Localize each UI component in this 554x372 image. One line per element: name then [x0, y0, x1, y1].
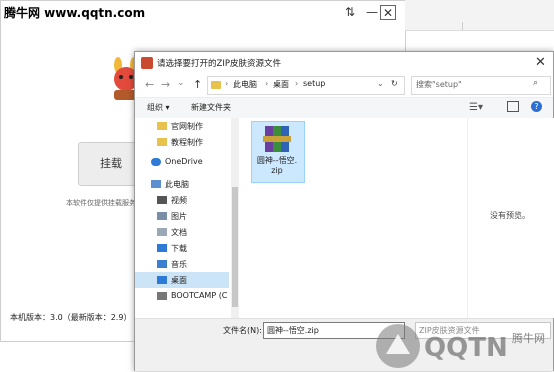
- document-icon: [157, 228, 167, 236]
- app-icon: [141, 57, 153, 69]
- no-preview-text: 没有预览。: [490, 211, 530, 220]
- forward-button[interactable]: →: [161, 78, 170, 91]
- breadcrumb-desktop[interactable]: 桌面: [273, 79, 289, 90]
- rar-archive-icon: [263, 126, 291, 152]
- refresh-button[interactable]: ↻: [391, 79, 398, 88]
- new-folder-button[interactable]: 新建文件夹: [191, 102, 231, 113]
- filename-value: 圆神--悟空.zip: [267, 326, 319, 335]
- right-app-strip: [405, 0, 554, 31]
- breadcrumb-separator: ›: [295, 79, 299, 88]
- brand-overlay-logo: QQTN 腾牛网: [376, 324, 545, 368]
- breadcrumb-separator: ›: [265, 79, 269, 88]
- nav-item-label: 图片: [171, 212, 187, 221]
- search-placeholder: 搜索"setup": [416, 80, 462, 89]
- dialog-close-button[interactable]: ✕: [535, 55, 546, 70]
- search-icon: ⌕: [533, 78, 539, 88]
- nav-item-desktop[interactable]: 桌面: [135, 272, 229, 288]
- nav-item-label: OneDrive: [165, 157, 203, 166]
- bg-minimize-button[interactable]: —: [364, 5, 380, 19]
- nav-item-this-pc[interactable]: 此电脑: [135, 176, 229, 192]
- music-icon: [157, 260, 167, 268]
- folder-icon: [157, 122, 167, 130]
- right-app-divider: [462, 22, 463, 30]
- nav-item-music[interactable]: 音乐: [135, 256, 229, 272]
- nav-item-label: 下载: [171, 244, 187, 253]
- nav-scrollbar-thumb[interactable]: [232, 187, 238, 307]
- file-name-line-1: 圆神--悟空.: [256, 156, 298, 165]
- preview-pane-icon[interactable]: [507, 101, 519, 112]
- breadcrumb-separator: ›: [225, 79, 229, 88]
- file-name-line-2: zip: [271, 166, 283, 175]
- drive-icon: [157, 292, 167, 300]
- disclaimer-text: 本软件仅提供挂载服务: [66, 199, 136, 207]
- download-icon: [157, 244, 167, 252]
- nav-item-官网制作[interactable]: 官网制作: [135, 118, 229, 134]
- folder-icon: [157, 138, 167, 146]
- nav-item-label: 此电脑: [165, 180, 189, 189]
- nav-item-onedrive[interactable]: OneDrive: [135, 154, 229, 170]
- nav-item-documents[interactable]: 文档: [135, 224, 229, 240]
- file-name-label: 圆神--悟空. zip: [251, 156, 303, 176]
- nav-item-label: 文档: [171, 228, 187, 237]
- filename-label: 文件名(N):: [223, 326, 262, 335]
- back-button[interactable]: ←: [145, 78, 154, 91]
- organize-button[interactable]: 组织 ▾: [147, 102, 170, 113]
- cloud-icon: [151, 158, 161, 166]
- dialog-title: 请选择要打开的ZIP皮肤资源文件: [157, 59, 281, 69]
- recent-dropdown[interactable]: ⌄: [177, 78, 185, 88]
- up-button[interactable]: ↑: [193, 78, 202, 91]
- nav-item-教程制作[interactable]: 教程制作: [135, 134, 229, 150]
- nav-item-bootcamp[interactable]: BOOTCAMP (C: [135, 288, 229, 304]
- view-options-icon[interactable]: ☰▾: [469, 102, 483, 113]
- address-dropdown-icon[interactable]: ⌄: [377, 79, 384, 88]
- help-icon[interactable]: ?: [531, 101, 542, 112]
- nav-item-label: 官网制作: [171, 122, 203, 131]
- brand-subtext: 腾牛网: [512, 331, 545, 345]
- breadcrumb-setup[interactable]: setup: [303, 79, 325, 88]
- bg-close-button[interactable]: ✕: [380, 5, 396, 20]
- site-watermark: 腾牛网 www.qqtn.com: [2, 4, 148, 21]
- nav-item-pictures[interactable]: 图片: [135, 208, 229, 224]
- picture-icon: [157, 212, 167, 220]
- nav-item-label: 视频: [171, 196, 187, 205]
- version-text: 本机版本：3.0（最新版本：2.9）: [10, 313, 132, 322]
- nav-item-label: 音乐: [171, 260, 187, 269]
- video-icon: [157, 196, 167, 204]
- computer-icon: [151, 180, 161, 188]
- nav-item-videos[interactable]: 视频: [135, 192, 229, 208]
- nav-item-label: 教程制作: [171, 138, 203, 147]
- desktop-icon: [157, 276, 167, 284]
- breadcrumb-this-pc[interactable]: 此电脑: [233, 79, 257, 90]
- nav-item-label: BOOTCAMP (C: [171, 291, 228, 300]
- nav-item-downloads[interactable]: 下载: [135, 240, 229, 256]
- folder-icon: [211, 81, 221, 89]
- brand-text: QQTN: [424, 333, 508, 363]
- bg-menu-button[interactable]: ⇅: [342, 5, 358, 19]
- nav-item-label: 桌面: [171, 276, 187, 285]
